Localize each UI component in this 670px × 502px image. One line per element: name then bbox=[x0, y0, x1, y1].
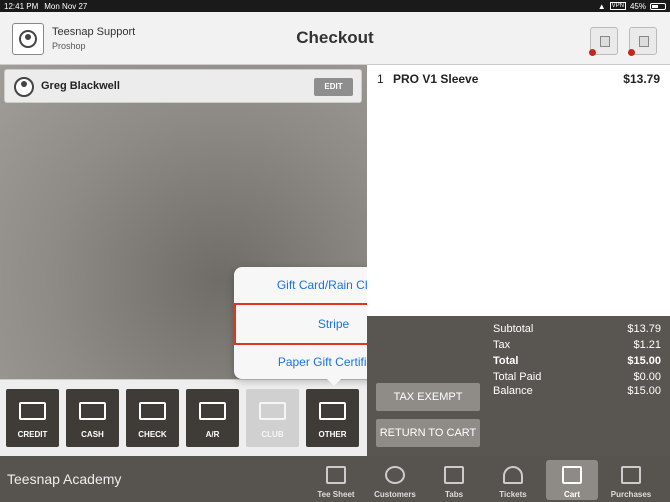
status-date: Mon Nov 27 bbox=[44, 1, 88, 11]
pay-check-button[interactable]: CHECK bbox=[126, 389, 179, 447]
tab-cart[interactable]: Cart bbox=[546, 460, 598, 500]
printer-icon bbox=[600, 36, 610, 47]
printer-button[interactable] bbox=[589, 27, 618, 56]
item-name: PRO V1 Sleeve bbox=[393, 72, 479, 86]
customer-name: Greg Blackwell bbox=[41, 80, 120, 92]
cart-icon bbox=[562, 466, 582, 484]
wifi-icon: ▲ bbox=[597, 1, 606, 11]
header: Teesnap Support Proshop Checkout bbox=[0, 12, 670, 65]
ledger-icon bbox=[199, 402, 226, 420]
calendar-icon bbox=[326, 466, 346, 484]
status-time: 12:41 PM bbox=[4, 1, 39, 11]
tab-tickets[interactable]: Tickets bbox=[487, 460, 539, 500]
register-icon bbox=[621, 466, 641, 484]
tab-purchases[interactable]: Purchases bbox=[605, 460, 657, 500]
tab-tee-sheet[interactable]: Tee Sheet bbox=[310, 460, 362, 500]
ticket-icon bbox=[259, 402, 286, 420]
status-bar: 12:41 PM Mon Nov 27 ▲ VPN 45% bbox=[0, 0, 670, 12]
pay-club-button: CLUB bbox=[246, 389, 299, 447]
reader-alert-dot bbox=[628, 49, 635, 56]
battery-percent: 45% bbox=[629, 1, 646, 11]
cash-icon bbox=[79, 402, 106, 420]
bottom-tab-bar: Teesnap Academy Tee Sheet Customers Tabs… bbox=[0, 456, 670, 502]
bell-icon bbox=[503, 466, 523, 484]
pay-other-button[interactable]: OTHER bbox=[306, 389, 359, 447]
tax-exempt-button[interactable]: TAX EXEMPT bbox=[376, 383, 480, 411]
item-price: $13.79 bbox=[623, 72, 660, 86]
cart-line-item[interactable]: 1 PRO V1 Sleeve $13.79 bbox=[367, 65, 670, 93]
tab-customers[interactable]: Customers bbox=[369, 460, 421, 500]
vpn-badge: VPN bbox=[609, 2, 626, 10]
battery-icon bbox=[650, 2, 666, 10]
totals-panel: TAX EXEMPT RETURN TO CART Subtotal $13.7… bbox=[367, 316, 670, 456]
pay-credit-button[interactable]: CREDIT bbox=[6, 389, 59, 447]
customer-icon bbox=[14, 77, 34, 97]
credit-card-icon bbox=[19, 402, 46, 420]
other-payment-icon bbox=[319, 402, 346, 420]
card-reader-icon bbox=[639, 36, 649, 47]
tab-tabs[interactable]: Tabs bbox=[428, 460, 480, 500]
card-reader-button[interactable] bbox=[628, 27, 657, 56]
cart-items-panel: 1 PRO V1 Sleeve $13.79 bbox=[367, 65, 670, 316]
pay-cash-button[interactable]: CASH bbox=[66, 389, 119, 447]
customers-icon bbox=[385, 466, 405, 484]
tabs-icon bbox=[444, 466, 464, 484]
page-title: Checkout bbox=[296, 28, 374, 47]
printer-alert-dot bbox=[589, 49, 596, 56]
edit-customer-button[interactable]: EDIT bbox=[314, 78, 353, 96]
customer-row: Greg Blackwell EDIT bbox=[4, 69, 362, 103]
item-quantity: 1 bbox=[377, 72, 384, 86]
brand-name: Teesnap Academy bbox=[7, 471, 122, 487]
pay-ar-button[interactable]: A/R bbox=[186, 389, 239, 447]
return-to-cart-button[interactable]: RETURN TO CART bbox=[376, 419, 480, 447]
payment-methods-bar: CREDIT CASH CHECK A/R CLUB OTHER bbox=[0, 379, 367, 456]
check-icon bbox=[139, 402, 166, 420]
